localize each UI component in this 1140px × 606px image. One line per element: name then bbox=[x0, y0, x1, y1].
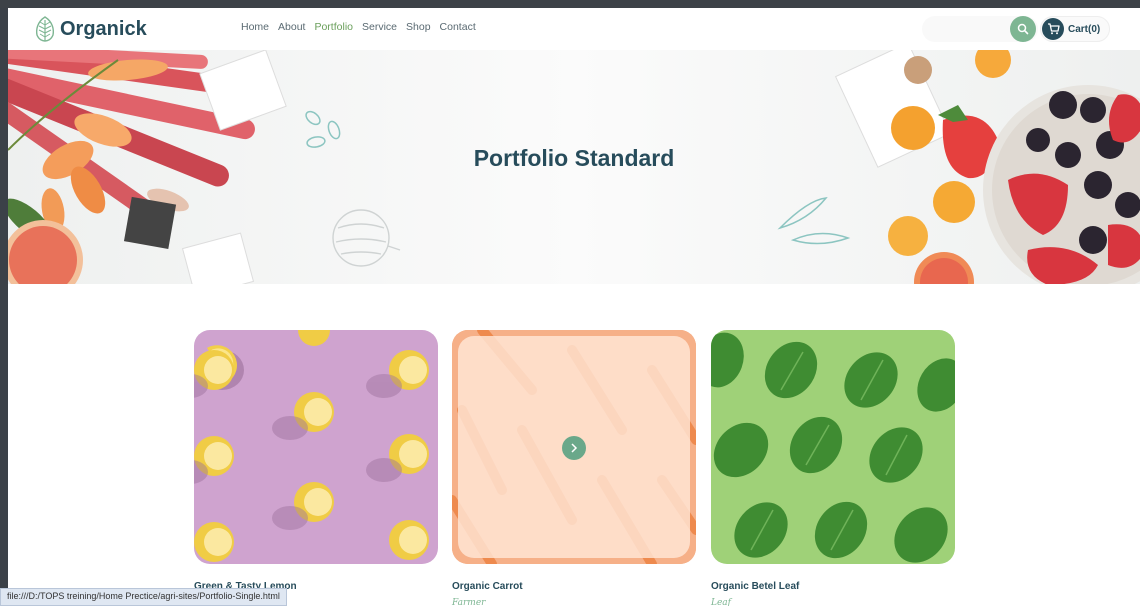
card-title-carrot[interactable]: Organic Carrot bbox=[452, 581, 523, 592]
site-header: Organick Home About Portfolio Service Sh… bbox=[8, 8, 1140, 50]
search-icon bbox=[1017, 23, 1029, 35]
portfolio-image-leaf[interactable] bbox=[711, 330, 955, 564]
chevron-right-icon bbox=[571, 443, 578, 453]
card-subtitle-leaf: Leaf bbox=[711, 598, 731, 606]
card-subtitle-carrot: Farmer bbox=[452, 598, 486, 606]
page: Organick Home About Portfolio Service Sh… bbox=[8, 8, 1140, 606]
browser-top-strip bbox=[0, 0, 1140, 8]
logo[interactable]: Organick bbox=[34, 14, 147, 44]
nav-portfolio[interactable]: Portfolio bbox=[314, 21, 353, 33]
nav-home[interactable]: Home bbox=[241, 21, 269, 33]
card-title-leaf[interactable]: Organic Betel Leaf bbox=[711, 581, 799, 592]
search-button[interactable] bbox=[1010, 16, 1036, 42]
page-title: Portfolio Standard bbox=[473, 145, 675, 171]
portfolio-card-lemon[interactable]: Green & Tasty Lemon bbox=[194, 330, 438, 592]
portfolio-card-leaf[interactable]: Organic Betel Leaf Leaf bbox=[711, 330, 955, 606]
view-project-button[interactable] bbox=[562, 436, 586, 460]
leaf-logo-icon bbox=[36, 16, 54, 42]
cart-button[interactable]: Cart(0) bbox=[1040, 16, 1110, 42]
cart-icon bbox=[1042, 18, 1064, 40]
nav-service[interactable]: Service bbox=[362, 21, 397, 33]
nav-about[interactable]: About bbox=[278, 21, 305, 33]
cart-label: Cart(0) bbox=[1068, 23, 1101, 35]
main-nav: Home About Portfolio Service Shop Contac… bbox=[241, 21, 476, 33]
portfolio-card-carrot[interactable]: Organic Carrot Farmer bbox=[452, 330, 696, 606]
portfolio-image-carrot[interactable] bbox=[452, 330, 696, 564]
nav-shop[interactable]: Shop bbox=[406, 21, 431, 33]
browser-status-bar: file:///D:/TOPS treining/Home Prectice/a… bbox=[0, 588, 287, 606]
page-banner: Portfolio Standard bbox=[8, 50, 1140, 284]
nav-contact[interactable]: Contact bbox=[440, 21, 476, 33]
logo-text: Organick bbox=[60, 17, 147, 40]
portfolio-image-lemon[interactable] bbox=[194, 330, 438, 564]
